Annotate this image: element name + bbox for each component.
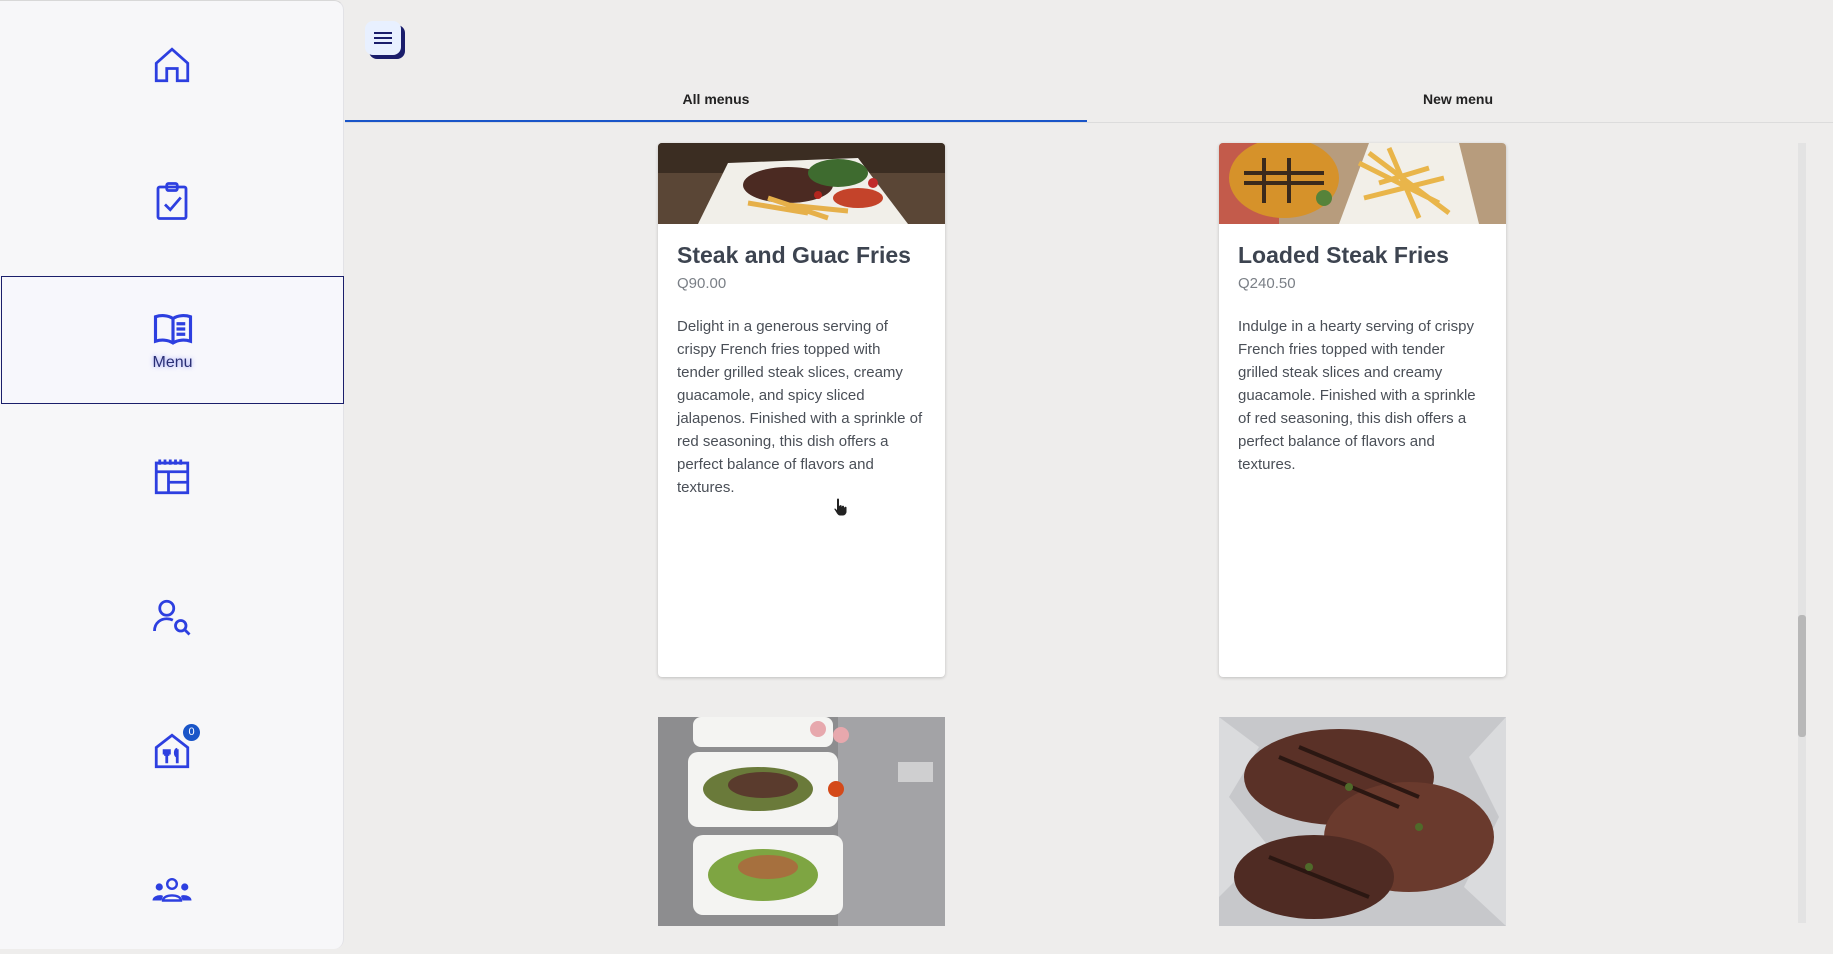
dish-photo <box>1219 717 1506 926</box>
menu-card[interactable]: Steak and Guac Fries Q90.00 Delight in a… <box>658 143 945 677</box>
hamburger-menu-button[interactable] <box>365 21 401 55</box>
dish-image[interactable] <box>1219 717 1506 926</box>
card-body: Steak and Guac Fries Q90.00 Delight in a… <box>658 224 945 517</box>
dish-image[interactable] <box>658 717 945 926</box>
sidebar-item-restaurant[interactable] <box>0 687 344 815</box>
groups-icon <box>152 878 192 902</box>
calendar-table-icon <box>154 459 190 495</box>
hand-cursor-icon <box>833 497 848 517</box>
card-price: Q240.50 <box>1238 275 1296 292</box>
menu-book-icon <box>153 314 192 345</box>
clipboard-check-icon <box>156 182 188 220</box>
scrollbar-thumb[interactable] <box>1798 615 1806 737</box>
tab-new-menu[interactable]: New menu <box>1087 78 1829 121</box>
menu-card[interactable]: Loaded Steak Fries Q240.50 Indulge in a … <box>1219 143 1506 677</box>
notification-badge: 0 <box>183 724 200 741</box>
dish-image <box>1219 143 1506 224</box>
person-search-icon <box>153 599 191 636</box>
sidebar-item-calendar[interactable] <box>0 413 344 541</box>
hamburger-icon <box>374 32 392 44</box>
sidebar-item-home[interactable] <box>0 1 344 129</box>
card-price: Q90.00 <box>677 275 727 292</box>
sidebar-item-tasks[interactable] <box>0 137 344 265</box>
card-description: Delight in a generous serving of crispy … <box>677 318 923 496</box>
card-title: Steak and Guac Fries <box>677 242 911 268</box>
tab-all-menus[interactable]: All menus <box>345 78 1087 122</box>
tab-bar: All menus New menu <box>345 78 1833 123</box>
sidebar-item-label: Menu <box>152 354 193 371</box>
card-title: Loaded Steak Fries <box>1238 242 1449 268</box>
sidebar-item-customer-search[interactable] <box>0 553 344 681</box>
scrollbar[interactable] <box>1798 143 1806 923</box>
dish-photo <box>658 717 945 926</box>
card-body: Loaded Steak Fries Q240.50 Indulge in a … <box>1219 224 1506 494</box>
home-icon <box>154 47 190 83</box>
card-description: Indulge in a hearty serving of crispy Fr… <box>1238 318 1476 473</box>
sidebar-item-team[interactable] <box>0 826 344 954</box>
dish-image <box>658 143 945 224</box>
sidebar-item-menu[interactable]: Menu <box>1 276 344 404</box>
sidebar: Menu 0 <box>0 0 344 949</box>
